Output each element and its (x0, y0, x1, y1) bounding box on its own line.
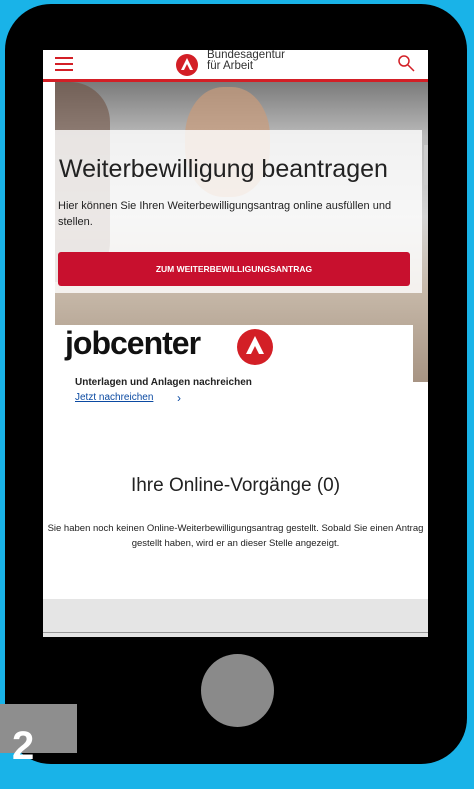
scrollbar-thumb[interactable] (424, 145, 428, 185)
chevron-right-icon[interactable]: › (177, 391, 181, 405)
page-title: Weiterbewilligung beantragen (59, 155, 388, 183)
step-badge: 2 (0, 704, 77, 768)
procedures-heading: Ihre Online-Vorgänge (0) (130, 475, 341, 496)
procedures-empty-note: Sie haben noch keinen Online-Weiterbewil… (47, 523, 424, 549)
home-button[interactable] (201, 654, 274, 727)
jobcenter-card: jobcenter Unterlagen und Anlagen nachrei… (55, 325, 413, 413)
jobcenter-card-title: Unterlagen und Anlagen nachreichen (75, 377, 252, 388)
brand-line-2: für Arbeit (207, 60, 254, 72)
online-procedures-section: Ihre Online-Vorgänge (0) Sie haben noch … (43, 425, 428, 585)
search-icon[interactable] (397, 54, 415, 72)
menu-icon[interactable] (55, 57, 73, 71)
nachreichen-link[interactable]: Jetzt nachreichen (75, 392, 153, 403)
footer-divider (43, 632, 428, 633)
brand-name[interactable]: Bundesagentur für Arbeit (207, 50, 285, 72)
jobcenter-logo: jobcenter (65, 325, 201, 361)
ba-logo-icon[interactable] (176, 54, 198, 76)
site-header: Bundesagentur für Arbeit (43, 50, 428, 82)
hero-intro-text: Hier können Sie Ihren Weiterbewilligungs… (58, 200, 392, 228)
jobcenter-logo-icon (237, 329, 273, 365)
phone-screen: Bundesagentur für Arbeit Weiterbewilligu… (43, 50, 428, 637)
weiterbewilligungsantrag-button[interactable]: ZUM WEITERBEWILLIGUNGSANTRAG (58, 252, 410, 286)
